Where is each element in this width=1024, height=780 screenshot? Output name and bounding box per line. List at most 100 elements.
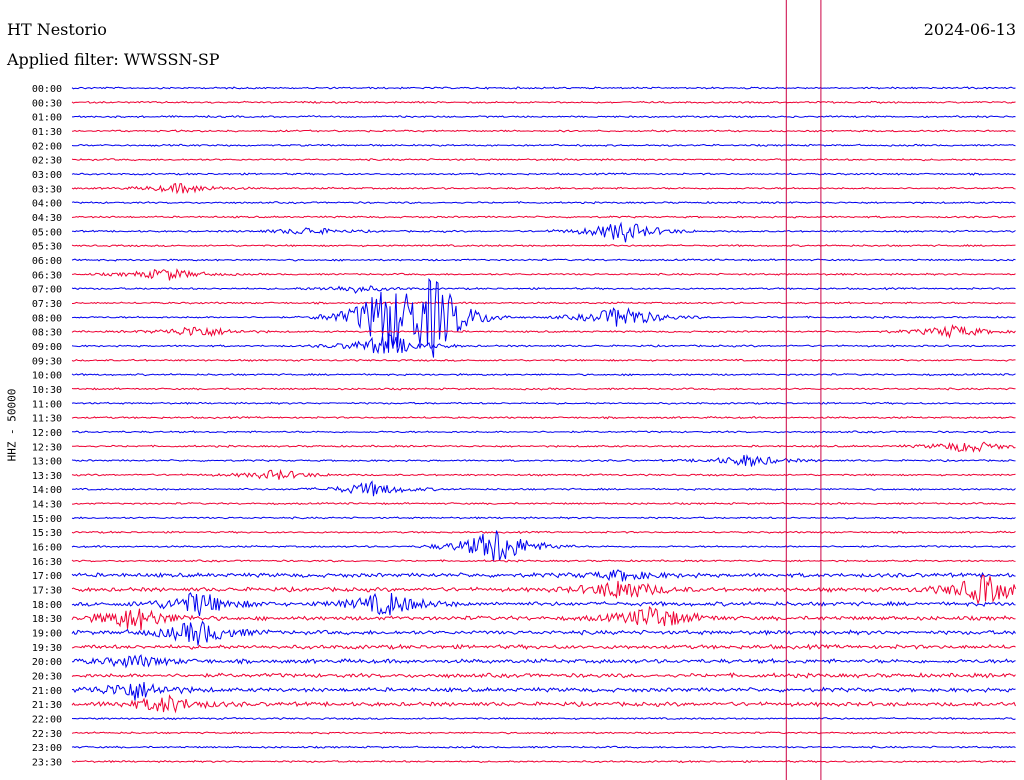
- time-label: 12:00: [32, 428, 62, 439]
- trace-line: [71, 480, 1016, 497]
- trace-line: [71, 358, 1016, 362]
- trace-line: [71, 332, 1016, 355]
- trace-line: [71, 606, 1016, 631]
- trace-line: [71, 516, 1016, 520]
- trace-line: [71, 643, 1016, 651]
- time-label: 22:30: [32, 729, 62, 740]
- trace-line: [71, 143, 1016, 147]
- time-label: 23:30: [32, 758, 62, 769]
- time-label: 02:00: [32, 141, 62, 152]
- time-label: 16:00: [32, 543, 62, 554]
- trace-line: [71, 129, 1016, 133]
- time-label: 06:00: [32, 256, 62, 267]
- time-label: 06:30: [32, 270, 62, 281]
- time-label: 18:00: [32, 600, 62, 611]
- time-label: 15:30: [32, 528, 62, 539]
- time-label: 07:30: [32, 299, 62, 310]
- time-label: 04:00: [32, 199, 62, 210]
- time-label: 21:30: [32, 700, 62, 711]
- time-label: 22:00: [32, 715, 62, 726]
- station-name: HT Nestorio: [7, 20, 107, 39]
- trace-line: [71, 468, 1016, 480]
- time-label: 18:30: [32, 614, 62, 625]
- trace-line: [71, 200, 1016, 205]
- trace-line: [72, 114, 1016, 119]
- trace-line: [71, 416, 1016, 420]
- trace-line: [71, 454, 1016, 467]
- trace-line: [72, 501, 1016, 506]
- trace-line: [72, 654, 1016, 669]
- trace-line: [71, 731, 1016, 735]
- trace-line: [71, 323, 1016, 339]
- trace-line: [71, 172, 1016, 176]
- trace-line: [71, 441, 1016, 453]
- trace-line: [71, 285, 1016, 294]
- trace-line: [71, 243, 1016, 248]
- trace-line: [71, 158, 1016, 162]
- trace-line: [71, 373, 1016, 377]
- time-label: 19:00: [32, 629, 62, 640]
- trace-line: [71, 694, 1016, 714]
- time-label: 01:30: [32, 127, 62, 138]
- time-label: 11:30: [32, 414, 62, 425]
- trace-line: [71, 387, 1016, 391]
- time-label: 14:00: [32, 485, 62, 496]
- time-label: 15:00: [32, 514, 62, 525]
- trace-line: [72, 221, 1016, 243]
- time-label: 01:00: [32, 113, 62, 124]
- trace-line: [71, 745, 1016, 749]
- time-label: 13:00: [32, 457, 62, 468]
- time-label: 12:30: [32, 442, 62, 453]
- time-label: 10:30: [32, 385, 62, 396]
- time-label: 11:00: [32, 399, 62, 410]
- trace-line: [71, 592, 1016, 617]
- seismogram-plot: 00:00 00:30 01:00 01:30 02:00 02:30 03:00 03:30…: [32, 0, 1016, 780]
- trace-line: [71, 759, 1016, 764]
- time-label: 00:30: [32, 98, 62, 109]
- time-label: 05:30: [32, 242, 62, 253]
- time-label: 16:30: [32, 557, 62, 568]
- time-label-group: 00:00 00:30 01:00 01:30 02:00 02:30 03:00 03:30…: [32, 84, 62, 769]
- trace-line: [71, 401, 1016, 405]
- trace-line: [71, 215, 1016, 219]
- filter-label: Applied filter: WWSSN-SP: [7, 50, 220, 69]
- time-label: 03:00: [32, 170, 62, 181]
- time-label: 23:00: [32, 743, 62, 754]
- time-label: 20:00: [32, 657, 62, 668]
- trace-line: [71, 86, 1016, 90]
- time-label: 10:00: [32, 371, 62, 382]
- time-label: 13:30: [32, 471, 62, 482]
- trace-line: [71, 268, 1016, 281]
- time-label: 02:30: [32, 156, 62, 167]
- channel-axis-label: HHZ - 50000: [5, 388, 19, 462]
- trace-line: [71, 716, 1016, 721]
- time-label: 17:30: [32, 586, 62, 597]
- trace-line: [71, 681, 1016, 701]
- trace-group: [71, 86, 1016, 764]
- time-label: 14:30: [32, 500, 62, 511]
- time-label: 07:00: [32, 285, 62, 296]
- record-date: 2024-06-13: [923, 20, 1016, 39]
- time-label: 04:30: [32, 213, 62, 224]
- time-label: 09:00: [32, 342, 62, 353]
- time-label: 21:00: [32, 686, 62, 697]
- time-label: 17:00: [32, 571, 62, 582]
- time-label: 20:30: [32, 672, 62, 683]
- time-label: 19:30: [32, 643, 62, 654]
- time-label: 08:30: [32, 328, 62, 339]
- time-label: 05:00: [32, 227, 62, 238]
- trace-line: [71, 182, 1016, 195]
- trace-line: [71, 569, 1016, 582]
- trace-line: [71, 530, 1016, 534]
- time-label: 09:30: [32, 356, 62, 367]
- trace-line: [71, 100, 1016, 104]
- trace-line: [72, 301, 1016, 305]
- trace-line: [71, 574, 1016, 606]
- trace-line: [71, 430, 1016, 434]
- trace-line: [71, 530, 1016, 562]
- trace-line: [71, 258, 1016, 262]
- trace-line: [71, 559, 1016, 563]
- trace-line: [71, 620, 1016, 646]
- trace-line: [71, 672, 1016, 679]
- time-label: 03:30: [32, 184, 62, 195]
